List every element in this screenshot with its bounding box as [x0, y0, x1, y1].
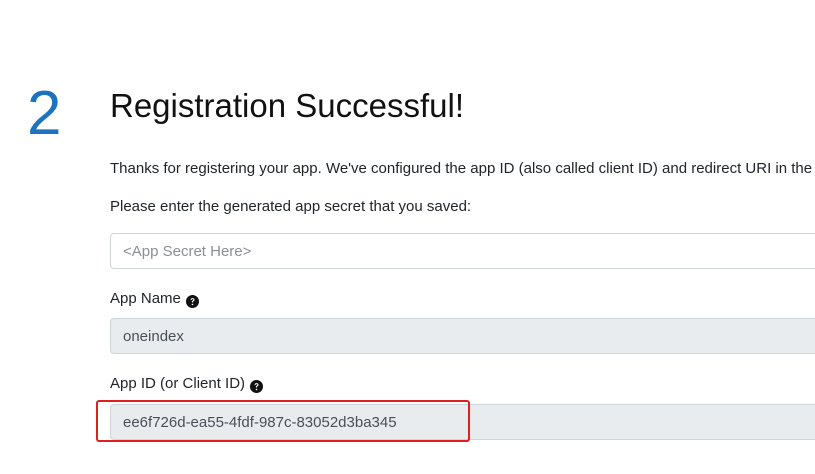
app-id-label-row: App ID (or Client ID): [110, 373, 264, 395]
secret-prompt-text: Please enter the generated app secret th…: [110, 198, 472, 215]
step-number: 2: [27, 79, 62, 148]
app-id-label: App ID (or Client ID): [110, 375, 246, 392]
question-circle-icon[interactable]: [185, 293, 199, 308]
intro-text: Thanks for registering your app. We've c…: [110, 160, 815, 177]
app-id-field[interactable]: [110, 404, 815, 440]
app-name-field[interactable]: [110, 318, 815, 354]
registration-page: 2 Registration Successful! Thanks for re…: [0, 0, 815, 474]
question-circle-icon[interactable]: [250, 378, 264, 393]
page-title: Registration Successful!: [110, 87, 464, 124]
app-name-label-row: App Name: [110, 288, 199, 310]
app-secret-input[interactable]: [110, 233, 815, 269]
app-name-label: App Name: [110, 290, 181, 307]
